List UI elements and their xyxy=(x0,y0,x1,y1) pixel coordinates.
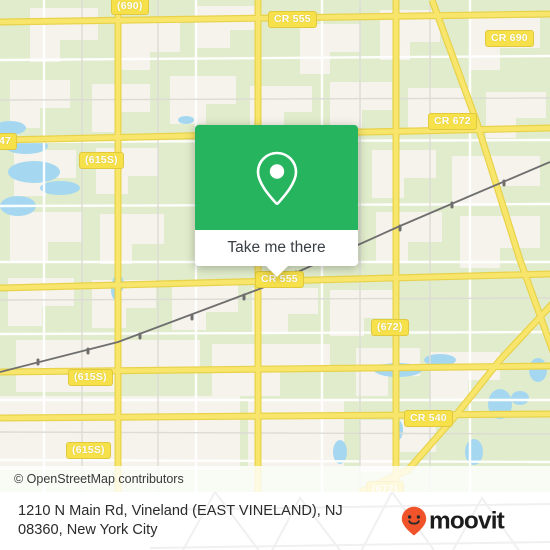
popup-image-panel xyxy=(195,125,358,230)
road-shield: CR 690 xyxy=(485,30,534,47)
road-shield: 47 xyxy=(0,133,18,150)
road-shield: (615S) xyxy=(66,442,111,459)
road-shield: (690) xyxy=(111,0,149,15)
road-shield: CR 540 xyxy=(404,410,453,427)
moovit-logo: moovit xyxy=(401,506,536,536)
moovit-map-screen: (690) CR 555 CR 690 CR 672 47 (615S) CR 555 (67… xyxy=(0,0,550,550)
take-me-there-label: Take me there xyxy=(227,239,326,256)
road-shield: CR 555 xyxy=(268,11,317,28)
location-popup[interactable]: Take me there xyxy=(195,125,358,277)
map-attribution-bar: © OpenStreetMap contributors xyxy=(0,466,550,492)
map-pin-icon xyxy=(256,151,297,205)
road-shield: (615S) xyxy=(68,369,113,386)
road-shield: (672) xyxy=(371,319,409,336)
popup-pointer-tail xyxy=(265,266,288,277)
take-me-there-button[interactable]: Take me there xyxy=(195,230,358,277)
moovit-wordmark: moovit xyxy=(429,508,505,534)
road-shield: CR 672 xyxy=(428,113,477,130)
address-label: 1210 N Main Rd, Vineland (EAST VINELAND)… xyxy=(18,503,343,538)
map-canvas[interactable]: (690) CR 555 CR 690 CR 672 47 (615S) CR 555 (67… xyxy=(0,0,550,492)
osm-attribution-text: © OpenStreetMap contributors xyxy=(14,472,184,486)
svg-text:moovit: moovit xyxy=(429,508,505,534)
road-shield: (615S) xyxy=(79,152,124,169)
footer-bar: 1210 N Main Rd, Vineland (EAST VINELAND)… xyxy=(0,492,550,550)
moovit-pin-icon xyxy=(401,506,426,536)
footer-content: 1210 N Main Rd, Vineland (EAST VINELAND)… xyxy=(0,492,550,550)
